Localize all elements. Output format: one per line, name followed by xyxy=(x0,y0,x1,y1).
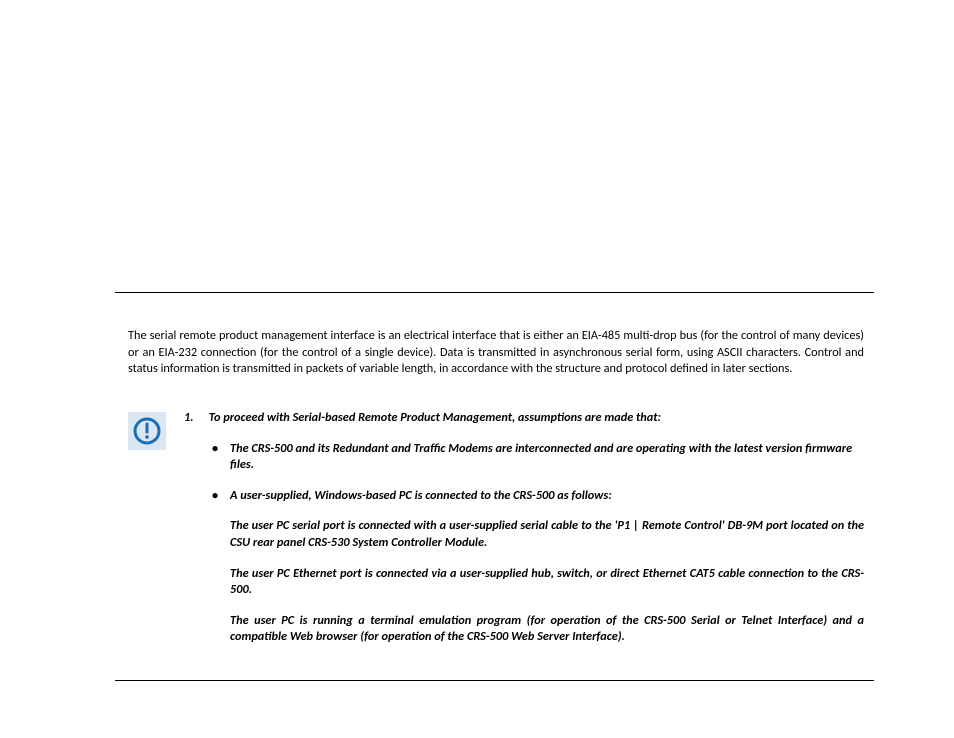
sub-paragraph: The user PC serial port is connected wit… xyxy=(230,518,864,551)
note-block: 1. To proceed with Serial-based Remote P… xyxy=(128,410,864,660)
note-lead: 1. To proceed with Serial-based Remote P… xyxy=(184,410,864,427)
note-lead-text: To proceed with Serial-based Remote Prod… xyxy=(209,410,661,425)
rule-top xyxy=(115,292,874,293)
note-number: 1. xyxy=(184,410,206,427)
note-content: 1. To proceed with Serial-based Remote P… xyxy=(184,410,864,646)
list-item: The CRS-500 and its Redundant and Traffi… xyxy=(212,441,864,474)
note-sub-paragraphs: The user PC serial port is connected wit… xyxy=(230,518,864,646)
info-icon xyxy=(128,412,166,450)
note-bullets: The CRS-500 and its Redundant and Traffi… xyxy=(212,441,864,505)
rule-bottom xyxy=(115,680,874,681)
sub-paragraph: The user PC is running a terminal emulat… xyxy=(230,613,864,646)
list-item: A user-supplied, Windows-based PC is con… xyxy=(212,488,864,505)
intro-paragraph: The serial remote product management int… xyxy=(128,328,864,378)
sub-paragraph: The user PC Ethernet port is connected v… xyxy=(230,566,864,599)
